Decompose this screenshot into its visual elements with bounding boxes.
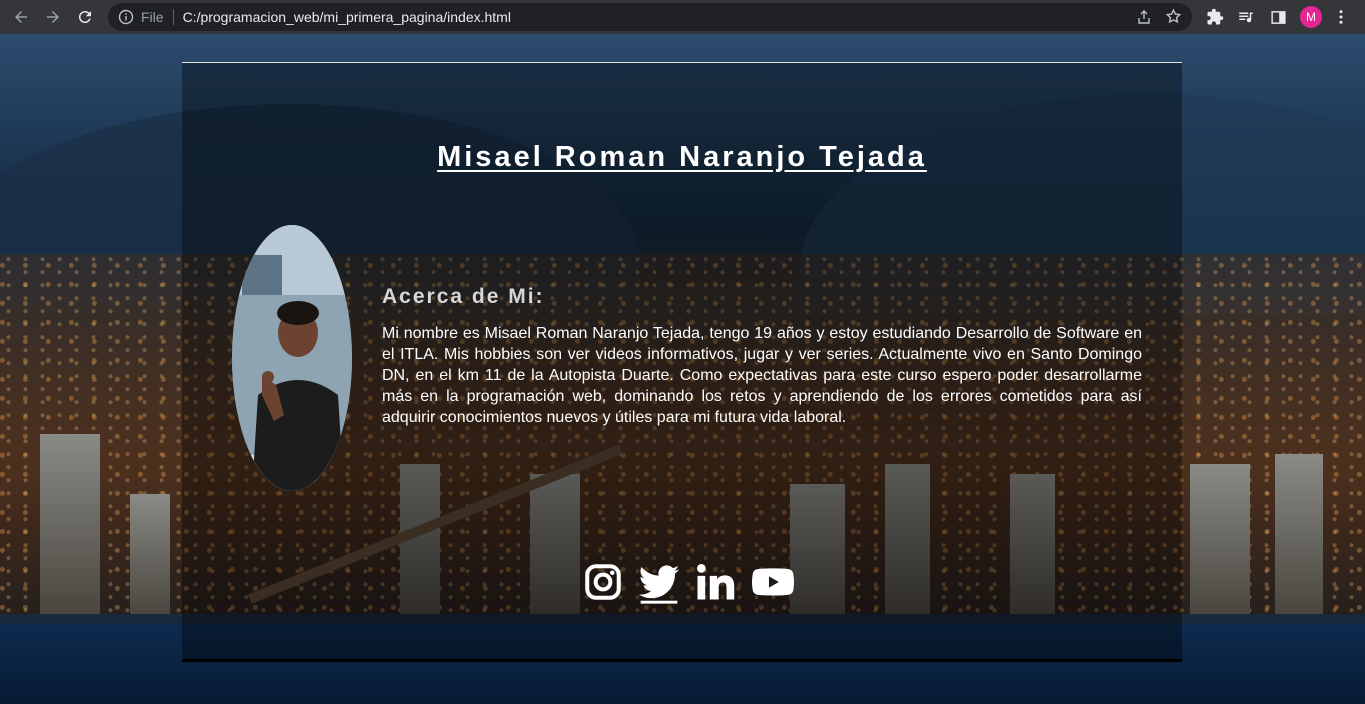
url-text[interactable]: C:/programacion_web/mi_primera_pagina/in… — [183, 9, 511, 25]
social-links — [582, 560, 812, 604]
browser-toolbar: File C:/programacion_web/mi_primera_pagi… — [0, 0, 1365, 34]
instagram-icon[interactable] — [582, 561, 624, 603]
arrow-left-icon — [15, 11, 27, 23]
address-bar[interactable]: File C:/programacion_web/mi_primera_pagi… — [108, 3, 1192, 31]
bookmark-star-icon[interactable] — [1165, 8, 1182, 25]
back-button[interactable] — [6, 2, 36, 32]
reload-icon — [78, 11, 91, 24]
omnibox-divider — [172, 9, 174, 25]
twitter-icon[interactable] — [636, 560, 682, 604]
share-icon[interactable] — [1136, 9, 1152, 25]
linkedin-icon[interactable] — [694, 561, 736, 603]
info-icon[interactable] — [118, 9, 134, 25]
profile-card: Misael Roman Naranjo Tejada Acerca de Mi… — [182, 62, 1182, 662]
side-panel-icon[interactable] — [1268, 7, 1288, 27]
extensions-puzzle-icon[interactable] — [1205, 7, 1225, 27]
page-viewport: Misael Roman Naranjo Tejada Acerca de Mi… — [0, 34, 1365, 704]
youtube-icon[interactable] — [748, 560, 798, 604]
about-heading: Acerca de Mi: — [382, 285, 545, 308]
reload-button[interactable] — [70, 2, 100, 32]
forward-button[interactable] — [38, 2, 68, 32]
about-paragraph: Mi nombre es Misael Roman Naranjo Tejada… — [382, 325, 1142, 426]
page-title: Misael Roman Naranjo Tejada — [437, 141, 927, 173]
more-menu-icon[interactable] — [1331, 7, 1351, 27]
profile-avatar[interactable]: M — [1300, 6, 1322, 28]
scheme-label: File — [141, 9, 164, 25]
profile-photo — [232, 225, 352, 491]
media-queue-icon[interactable] — [1236, 7, 1256, 27]
arrow-right-icon — [47, 11, 59, 23]
